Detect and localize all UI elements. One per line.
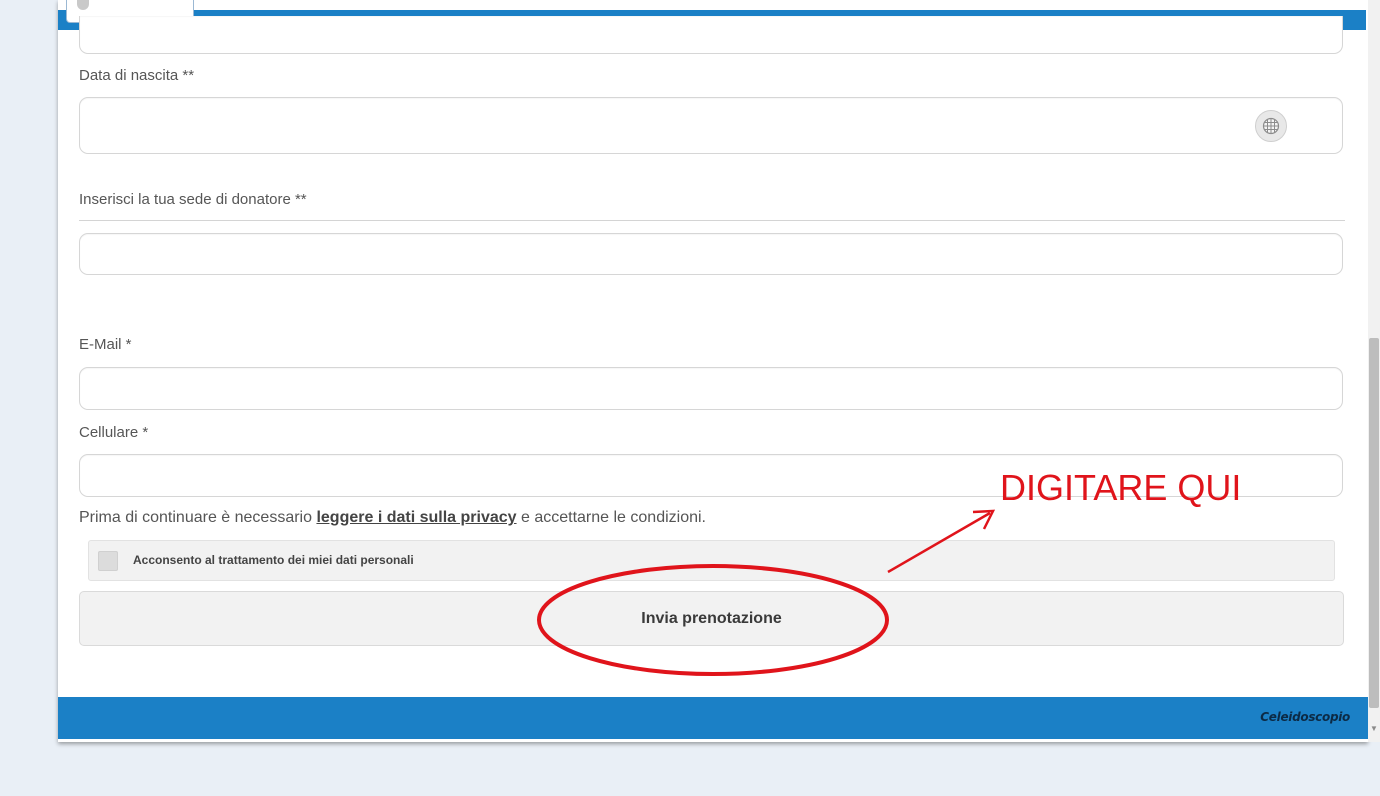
previous-field-input[interactable] (79, 16, 1343, 54)
footer-bar: Celeidoscopio (58, 697, 1368, 739)
annotation-label: DIGITARE QUI (1000, 467, 1242, 508)
consent-checkbox[interactable] (98, 551, 118, 571)
section-divider (79, 220, 1345, 221)
tab-icon (77, 0, 89, 10)
email-input[interactable] (79, 367, 1343, 410)
submit-booking-button[interactable]: Invia prenotazione (79, 591, 1344, 646)
scrollbar-thumb[interactable] (1369, 338, 1379, 708)
birthdate-input[interactable] (79, 97, 1343, 154)
donor-site-label: Inserisci la tua sede di donatore ** (79, 191, 307, 208)
privacy-text-after: e accettarne le condizioni. (516, 509, 706, 526)
privacy-text-before: Prima di continuare è necessario (79, 509, 317, 526)
submit-button-label: Invia prenotazione (641, 609, 782, 627)
calendar-icon (1262, 117, 1280, 135)
birthdate-label: Data di nascita ** (79, 67, 195, 84)
privacy-link[interactable]: leggere i dati sulla privacy (316, 509, 516, 526)
calendar-button[interactable] (1255, 110, 1287, 142)
privacy-notice: Prima di continuare è necessario leggere… (79, 509, 706, 527)
scroll-down-icon[interactable]: ▼ (1370, 724, 1378, 733)
consent-row[interactable]: Acconsento al trattamento dei miei dati … (88, 540, 1335, 581)
brand-logo: Celeidoscopio (1260, 710, 1350, 724)
consent-label: Acconsento al trattamento dei miei dati … (133, 553, 414, 567)
donor-site-input[interactable] (79, 233, 1343, 275)
email-label: E-Mail * (79, 336, 132, 353)
mobile-label: Cellulare * (79, 424, 149, 441)
app-window: Data di nascita ** Inserisci la tua sede… (0, 0, 1380, 796)
